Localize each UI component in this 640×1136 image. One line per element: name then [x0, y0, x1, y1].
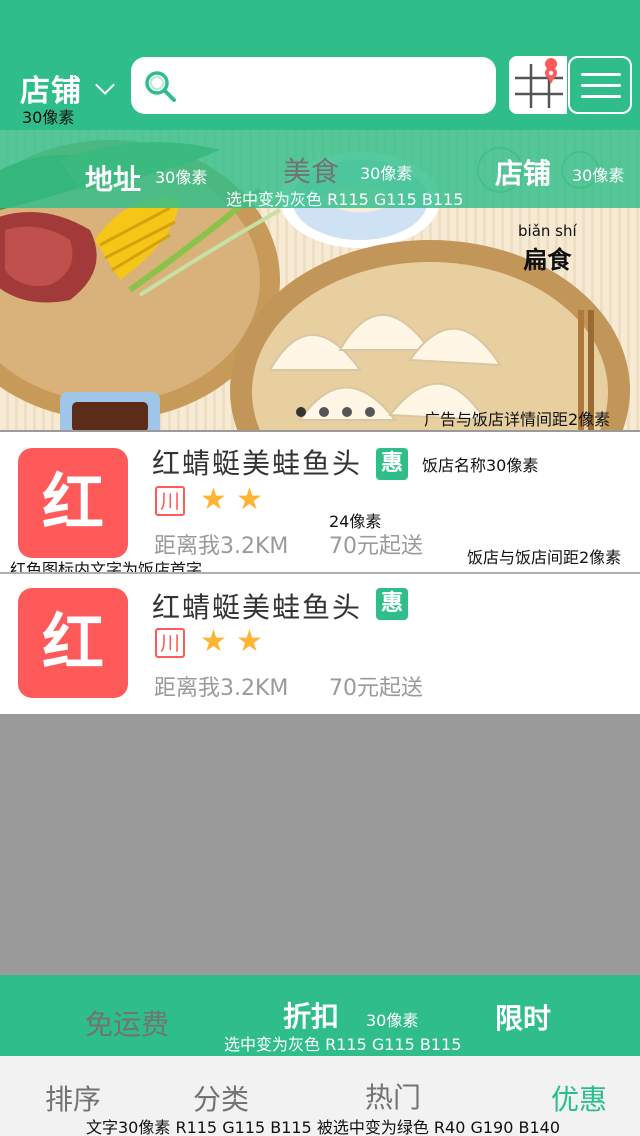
star-icon: ★: [200, 482, 227, 517]
carousel-dot[interactable]: [365, 407, 375, 417]
header: 店铺 30像素: [0, 0, 640, 130]
map-button[interactable]: [509, 56, 567, 114]
star-icon: ★: [236, 624, 263, 659]
cuisine-badge: 川: [155, 628, 185, 658]
banner-hanzi: 扁食: [523, 246, 572, 274]
restaurant-name: 红蜻蜓美蛙鱼头: [152, 447, 363, 480]
restaurant-min-order: 70元起送: [329, 676, 423, 701]
tab-store-size-note: 30像素: [572, 166, 625, 185]
category-tabs: 地址 30像素 美食 30像素 店铺 30像素 选中变为灰色 R115 G115…: [0, 130, 640, 209]
nav-category[interactable]: 分类: [193, 1078, 249, 1118]
tab-address[interactable]: 地址: [85, 158, 141, 198]
nav-popular[interactable]: 热门: [365, 1076, 421, 1116]
filter-free-shipping[interactable]: 免运费: [85, 1003, 169, 1043]
restaurant-card[interactable]: 红 红蜻蜓美蛙鱼头 惠 川 ★ ★ 距离我3.2KM 70元起送 饭店名称30像…: [0, 432, 640, 579]
discount-badge: 惠: [376, 448, 408, 480]
tab-food[interactable]: 美食: [283, 150, 339, 190]
filter-bar: 免运费 折扣 30像素 限时 选中变为灰色 R115 G115 B115: [0, 975, 640, 1056]
ad-banner[interactable]: biǎn shí 扁食 地址 30像素 美食 30像素 店铺 30像素 选中变为…: [0, 130, 640, 430]
banner-dish-label: biǎn shí 扁食: [518, 222, 577, 275]
restaurant-name: 红蜻蜓美蛙鱼头: [152, 591, 363, 624]
banner-pinyin: biǎn shí: [518, 222, 577, 240]
tabs-color-note: 选中变为灰色 R115 G115 B115: [226, 190, 464, 209]
cuisine-badge: 川: [155, 486, 185, 516]
star-icon: ★: [236, 482, 263, 517]
carousel-dot[interactable]: [342, 407, 352, 417]
restaurant-icon: 红: [18, 448, 128, 558]
carousel-indicator: [296, 402, 388, 421]
menu-button[interactable]: [568, 56, 632, 114]
store-size-note: 30像素: [22, 108, 75, 127]
filter-color-note: 选中变为灰色 R115 G115 B115: [224, 1035, 462, 1054]
tab-store[interactable]: 店铺: [495, 152, 551, 192]
restaurant-card[interactable]: 红 红蜻蜓美蛙鱼头 惠 川 ★ ★ 距离我3.2KM 70元起送: [0, 574, 640, 714]
nav-deals[interactable]: 优惠: [551, 1078, 607, 1118]
carousel-dot[interactable]: [296, 407, 306, 417]
filter-limited-time[interactable]: 限时: [495, 997, 551, 1037]
carousel-dot[interactable]: [319, 407, 329, 417]
menu-line-icon: [581, 84, 621, 87]
tab-food-size-note: 30像素: [360, 164, 413, 183]
tab-address-size-note: 30像素: [155, 168, 208, 187]
restaurant-distance: 距离我3.2KM: [154, 676, 289, 701]
restaurant-icon: 红: [18, 588, 128, 698]
bottom-nav: 排序 分类 热门 优惠 文字30像素 R115 G115 B115 被选中变为绿…: [0, 1056, 640, 1136]
search-input[interactable]: [131, 57, 496, 114]
name-size-note: 饭店名称30像素: [422, 456, 539, 475]
restaurant-min-order: 70元起送: [329, 534, 423, 559]
menu-line-icon: [581, 95, 621, 98]
text-size-note: 24像素: [329, 512, 382, 531]
chevron-down-icon: [95, 75, 115, 95]
discount-badge: 惠: [376, 588, 408, 620]
banner-spacing-note: 广告与饭店详情间距2像素: [424, 410, 611, 429]
nav-color-note: 文字30像素 R115 G115 B115 被选中变为绿色 R40 G190 B…: [86, 1118, 561, 1136]
menu-line-icon: [581, 73, 621, 76]
search-icon: [145, 71, 176, 102]
map-pin-icon: [515, 58, 563, 108]
filter-size-note: 30像素: [366, 1011, 419, 1030]
nav-sort[interactable]: 排序: [45, 1078, 101, 1118]
gap-note: 饭店与饭店间距2像素: [467, 548, 622, 567]
filter-discount[interactable]: 折扣: [283, 995, 339, 1035]
star-icon: ★: [200, 624, 227, 659]
